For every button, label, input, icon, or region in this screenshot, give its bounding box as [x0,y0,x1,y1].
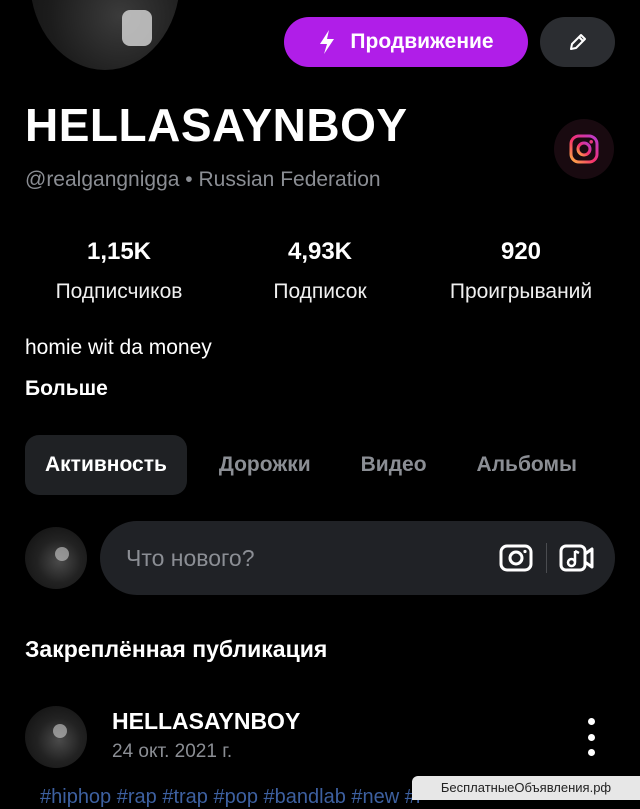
promote-label: Продвижение [350,30,494,53]
stat-value: 1,15K [86,238,152,265]
new-post-placeholder: Что нового? [126,544,255,571]
instagram-link-button[interactable] [554,119,614,179]
stat-label: Подписчиков [55,280,183,303]
promote-button[interactable]: Продвижение [284,17,528,67]
more-link[interactable]: Больше [25,377,108,401]
more-vertical-icon [587,718,595,725]
stat-label: Проигрываний [449,280,593,303]
avatar-highlight [122,10,152,46]
new-post-input[interactable]: Что нового? [100,521,615,595]
profile-country: Russian Federation [198,168,381,191]
pencil-icon [569,34,586,50]
camera-icon [499,544,533,572]
post-author-avatar[interactable] [25,706,87,768]
profile-handle-line: @realgangnigga • Russian Federation [25,168,381,192]
tab-tracks[interactable]: Дорожки [199,435,331,495]
post-date: 24 окт. 2021 г. [112,741,233,762]
composer-avatar [25,527,87,589]
edit-profile-button[interactable] [540,17,615,67]
stat-followers[interactable]: 1,15K Подписчиков [19,238,219,304]
post-hashtags[interactable]: #hiphop #rap #trap #pop #bandlab #new #r [40,786,423,809]
add-photo-button[interactable] [498,540,534,576]
avatar-highlight [55,547,69,561]
post-menu-button[interactable] [574,718,608,756]
stat-following[interactable]: 4,93K Подписок [220,238,420,304]
profile-avatar[interactable] [30,0,180,70]
avatar-highlight [53,724,67,738]
profile-name: HELLASAYNBOY [25,99,408,151]
stat-label: Подписок [273,280,367,303]
stat-plays[interactable]: 920 Проигрываний [421,238,621,304]
tab-albums[interactable]: Альбомы [457,435,597,495]
video-clip-icon [559,544,594,572]
stat-value: 4,93K [287,238,353,265]
stat-value: 920 [500,238,542,265]
profile-handle: @realgangnigga [25,168,180,191]
profile-bio: homie wit da money [25,336,212,359]
watermark: БесплатныеОбъявления.рф [412,776,640,800]
pinned-post-heading: Закреплённая публикация [25,636,328,662]
post-author-name[interactable]: HELLASAYNBOY [112,708,300,735]
add-video-clip-button[interactable] [559,540,595,576]
profile-tabs: Активность Дорожки Видео Альбомы [25,435,597,495]
tab-activity[interactable]: Активность [25,435,187,495]
lightning-icon [320,30,335,54]
tab-videos[interactable]: Видео [341,435,447,495]
separator-dot: • [185,168,193,191]
composer-separator [546,543,547,573]
instagram-icon [569,134,599,164]
